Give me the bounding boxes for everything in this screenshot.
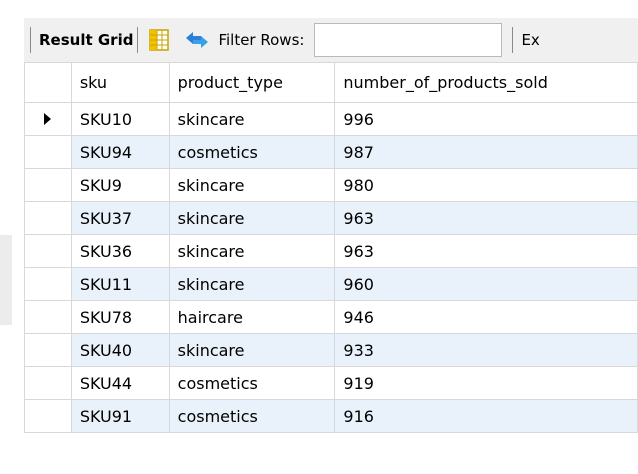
cell-product-type[interactable]: cosmetics <box>168 135 336 169</box>
toolbar-separator <box>137 27 139 53</box>
row-marker[interactable] <box>24 366 72 400</box>
row-marker[interactable] <box>24 135 72 169</box>
cell-sku[interactable]: SKU36 <box>70 234 170 268</box>
row-marker[interactable] <box>24 300 72 334</box>
cell-sku[interactable]: SKU9 <box>70 168 170 202</box>
results-grid: sku product_type number_of_products_sold… <box>24 62 638 433</box>
cell-product-type[interactable]: skincare <box>168 102 336 136</box>
cell-product-type[interactable]: cosmetics <box>168 366 336 400</box>
grid-icon[interactable] <box>148 27 170 53</box>
cell-product-type[interactable]: haircare <box>168 300 336 334</box>
table-row[interactable]: SKU91 cosmetics 916 <box>24 399 638 433</box>
cell-product-type[interactable]: skincare <box>168 267 336 301</box>
cell-number-of-products-sold[interactable]: 919 <box>334 366 638 400</box>
cell-product-type[interactable]: skincare <box>168 234 336 268</box>
cell-number-of-products-sold[interactable]: 933 <box>334 333 638 367</box>
cell-number-of-products-sold[interactable]: 916 <box>334 399 638 433</box>
cell-number-of-products-sold[interactable]: 980 <box>334 168 638 202</box>
export-button[interactable]: Ex <box>521 31 539 49</box>
row-marker[interactable] <box>24 333 72 367</box>
table-row[interactable]: SKU94 cosmetics 987 <box>24 135 638 169</box>
row-marker[interactable] <box>24 102 72 136</box>
row-marker[interactable] <box>24 201 72 235</box>
result-grid-panel: Result Grid Filter Rows: Ex sku product_… <box>0 0 638 474</box>
refresh-arrows-icon[interactable] <box>182 27 212 53</box>
table-row[interactable]: SKU36 skincare 963 <box>24 234 638 268</box>
cell-sku[interactable]: SKU91 <box>70 399 170 433</box>
cell-product-type[interactable]: cosmetics <box>168 399 336 433</box>
cell-product-type[interactable]: skincare <box>168 168 336 202</box>
cell-sku[interactable]: SKU11 <box>70 267 170 301</box>
column-header-sku[interactable]: sku <box>70 62 170 103</box>
table-row[interactable]: SKU9 skincare 980 <box>24 168 638 202</box>
toolbar-separator <box>30 27 31 53</box>
current-row-arrow-icon <box>44 112 52 125</box>
table-row[interactable]: SKU37 skincare 963 <box>24 201 638 235</box>
cell-sku[interactable]: SKU10 <box>70 102 170 136</box>
cell-product-type[interactable]: skincare <box>168 333 336 367</box>
cell-product-type[interactable]: skincare <box>168 201 336 235</box>
cell-sku[interactable]: SKU94 <box>70 135 170 169</box>
cell-number-of-products-sold[interactable]: 963 <box>334 201 638 235</box>
cell-sku[interactable]: SKU37 <box>70 201 170 235</box>
result-grid-toolbar: Result Grid Filter Rows: Ex <box>24 18 638 62</box>
toolbar-separator <box>512 27 514 53</box>
cell-number-of-products-sold[interactable]: 963 <box>334 234 638 268</box>
table-row[interactable]: SKU40 skincare 933 <box>24 333 638 367</box>
cell-number-of-products-sold[interactable]: 946 <box>334 300 638 334</box>
left-edge-strip <box>0 235 12 325</box>
row-marker[interactable] <box>24 267 72 301</box>
cell-number-of-products-sold[interactable]: 960 <box>334 267 638 301</box>
table-row[interactable]: SKU44 cosmetics 919 <box>24 366 638 400</box>
table-row[interactable]: SKU11 skincare 960 <box>24 267 638 301</box>
filter-rows-input[interactable] <box>314 23 503 57</box>
table-row[interactable]: SKU10 skincare 996 <box>24 102 638 136</box>
table-row[interactable]: SKU78 haircare 946 <box>24 300 638 334</box>
cell-number-of-products-sold[interactable]: 996 <box>334 102 638 136</box>
results-table: sku product_type number_of_products_sold… <box>24 62 638 433</box>
column-header-number-of-products-sold[interactable]: number_of_products_sold <box>334 62 638 103</box>
row-marker[interactable] <box>24 234 72 268</box>
header-row: sku product_type number_of_products_sold <box>24 62 638 103</box>
row-marker[interactable] <box>24 168 72 202</box>
filter-rows-label: Filter Rows: <box>218 31 305 49</box>
row-marker[interactable] <box>24 399 72 433</box>
column-header-product-type[interactable]: product_type <box>168 62 336 103</box>
cell-sku[interactable]: SKU78 <box>70 300 170 334</box>
result-grid-tab[interactable]: Result Grid <box>39 31 133 49</box>
cell-number-of-products-sold[interactable]: 987 <box>334 135 638 169</box>
cell-sku[interactable]: SKU44 <box>70 366 170 400</box>
cell-sku[interactable]: SKU40 <box>70 333 170 367</box>
row-marker-header <box>24 62 72 103</box>
